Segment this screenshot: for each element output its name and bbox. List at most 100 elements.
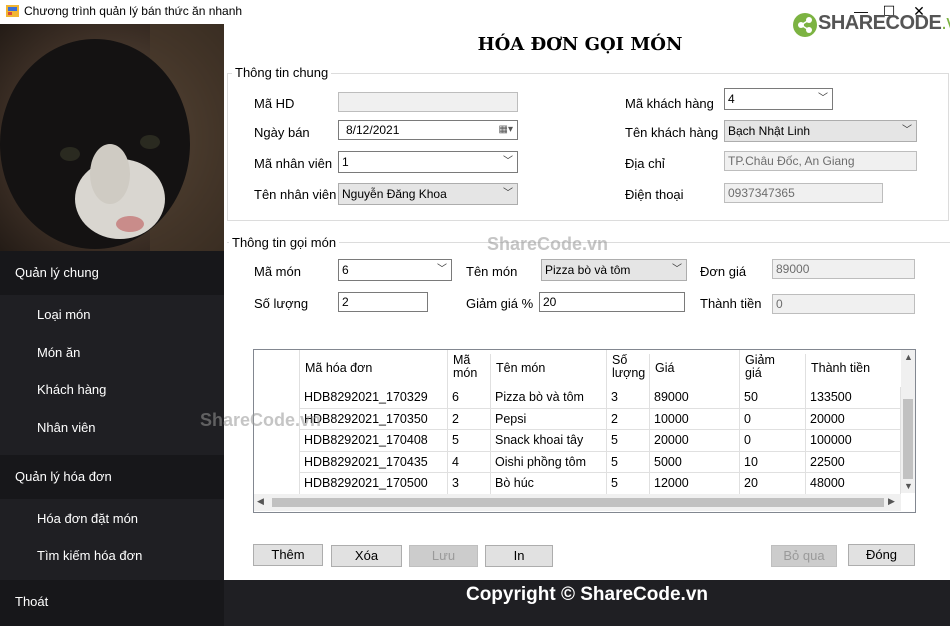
ma-kh-combobox[interactable]: 4 ﹀ [724,88,833,110]
order-grid[interactable]: Mã hóa đơn Mã món Tên món Số lượng Giá G… [253,349,916,513]
ma-hd-field[interactable] [338,92,518,112]
them-button[interactable]: Thêm [253,544,323,566]
ma-kh-label: Mã khách hàng [625,96,714,111]
table-cell[interactable]: 6 [448,387,491,409]
ten-nv-value: Nguyễn Đăng Khoa [342,187,447,201]
scroll-right-icon[interactable]: ▶ [888,496,895,507]
watermark-center: ShareCode.vn [487,234,609,254]
table-cell[interactable]: Pepsi [491,408,607,430]
table-cell[interactable]: 89000 [650,387,740,409]
table-cell[interactable]: 5000 [650,451,740,473]
ten-mon-label: Tên món [466,264,518,279]
table-cell[interactable]: HDB8292021_170435 [300,451,448,473]
table-cell[interactable]: HDB8292021_170500 [300,473,448,495]
table-cell[interactable]: 50 [740,387,806,409]
ten-kh-combobox[interactable]: Bạch Nhật Linh ﹀ [724,120,917,142]
thanh-tien-field[interactable]: 0 [772,294,915,314]
table-cell[interactable]: 0 [740,408,806,430]
ma-mon-label: Mã món [254,264,301,279]
table-cell[interactable]: HDB8292021_170350 [300,408,448,430]
dia-chi-field[interactable]: TP.Châu Đốc, An Giang [724,151,917,171]
col-header-ten-mon[interactable]: Tên món [491,350,607,387]
general-info-legend: Thông tin chung [232,65,332,80]
sidebar-item-nhan-vien[interactable]: Nhân viên [0,409,224,446]
order-info-legend: Thông tin gọi món [229,235,340,250]
don-gia-field[interactable]: 89000 [772,259,915,279]
scroll-up-icon[interactable]: ▲ [904,352,913,362]
row-header[interactable] [254,451,300,473]
window-title: Chương trình quản lý bán thức ăn nhanh [24,4,243,18]
table-cell[interactable]: 5 [607,451,650,473]
table-cell[interactable]: 10000 [650,408,740,430]
ma-nv-combobox[interactable]: 1 ﹀ [338,151,518,173]
ngay-ban-datepicker[interactable]: 8/12/2021 ▦▾ [338,120,518,140]
watermark-left: ShareCode.vn [200,410,322,430]
ten-kh-label: Tên khách hàng [625,125,719,140]
table-cell[interactable]: 100000 [806,430,901,452]
table-cell[interactable]: HDB8292021_170408 [300,430,448,452]
vertical-scrollbar[interactable]: ▲ ▼ [901,350,915,493]
table-cell[interactable]: 5 [607,430,650,452]
col-header-thanh-tien[interactable]: Thành tiền [806,350,901,387]
table-cell[interactable]: Oishi phồng tôm [491,451,607,473]
luu-button[interactable]: Lưu [409,545,478,567]
row-header[interactable] [254,387,300,409]
bo-qua-button[interactable]: Bỏ qua [771,545,837,567]
table-cell[interactable]: 20000 [650,430,740,452]
sidebar-item-loai-mon[interactable]: Loại món [0,296,224,333]
table-cell[interactable]: 0 [740,430,806,452]
avatar-cat-image [0,24,224,251]
ten-mon-combobox[interactable]: Pizza bò và tôm ﹀ [541,259,687,281]
sidebar-item-thoat[interactable]: Thoát [0,580,224,626]
col-header-ma-hoa-don[interactable]: Mã hóa đơn [300,350,448,387]
table-cell[interactable]: 10 [740,451,806,473]
ma-kh-value: 4 [728,92,735,106]
table-cell[interactable]: Bò húc [491,473,607,495]
table-cell[interactable]: Snack khoai tây [491,430,607,452]
ten-nv-label: Tên nhân viên [254,187,337,202]
table-cell[interactable]: Pizza bò và tôm [491,387,607,409]
table-cell[interactable]: 5 [448,430,491,452]
table-cell[interactable]: 20 [740,473,806,495]
row-header[interactable] [254,430,300,452]
horizontal-scroll-thumb[interactable] [272,498,884,507]
sidebar-item-tim-kiem-hoa-don[interactable]: Tìm kiếm hóa đơn [0,537,224,574]
giam-gia-input[interactable]: 20 [539,292,685,312]
table-cell[interactable]: 2 [448,408,491,430]
table-cell[interactable]: 2 [607,408,650,430]
row-header[interactable] [254,473,300,495]
table-cell[interactable]: 5 [607,473,650,495]
dong-button[interactable]: Đóng [848,544,915,566]
horizontal-scrollbar[interactable]: ◀ ▶ [254,494,901,511]
col-header-ma-mon[interactable]: Mã món [448,354,491,387]
table-cell[interactable]: 48000 [806,473,901,495]
scroll-left-icon[interactable]: ◀ [257,496,264,507]
sidebar-item-hoa-don-dat-mon[interactable]: Hóa đơn đặt món [0,500,224,537]
vertical-scroll-thumb[interactable] [903,399,913,479]
col-header-gia[interactable]: Giá [650,350,740,387]
so-luong-input[interactable]: 2 [338,292,428,312]
sidebar-item-khach-hang[interactable]: Khách hàng [0,371,224,408]
ma-mon-combobox[interactable]: 6 ﹀ [338,259,452,281]
dien-thoai-label: Điện thoại [625,187,684,202]
table-cell[interactable]: 3 [448,473,491,495]
sharecode-logo-icon [793,13,817,37]
table-cell[interactable]: HDB8292021_170329 [300,387,448,409]
scroll-down-icon[interactable]: ▼ [904,481,913,491]
table-cell[interactable]: 3 [607,387,650,409]
sidebar-group-quan-ly-chung[interactable]: Quản lý chung [0,251,224,295]
col-header-so-luong[interactable]: Số lượng [607,354,650,387]
table-cell[interactable]: 133500 [806,387,901,409]
in-button[interactable]: In [485,545,553,567]
calendar-icon[interactable]: ▦▾ [499,121,513,139]
col-header-giam-gia[interactable]: Giảm giá [740,354,806,387]
ten-nv-combobox[interactable]: Nguyễn Đăng Khoa ﹀ [338,183,518,205]
table-cell[interactable]: 4 [448,451,491,473]
sidebar-item-mon-an[interactable]: Món ăn [0,334,224,371]
dien-thoai-field[interactable]: 0937347365 [724,183,883,203]
table-cell[interactable]: 22500 [806,451,901,473]
xoa-button[interactable]: Xóa [331,545,402,567]
sidebar-group-quan-ly-hoa-don[interactable]: Quản lý hóa đơn [0,455,224,499]
table-cell[interactable]: 20000 [806,408,901,430]
table-cell[interactable]: 12000 [650,473,740,495]
